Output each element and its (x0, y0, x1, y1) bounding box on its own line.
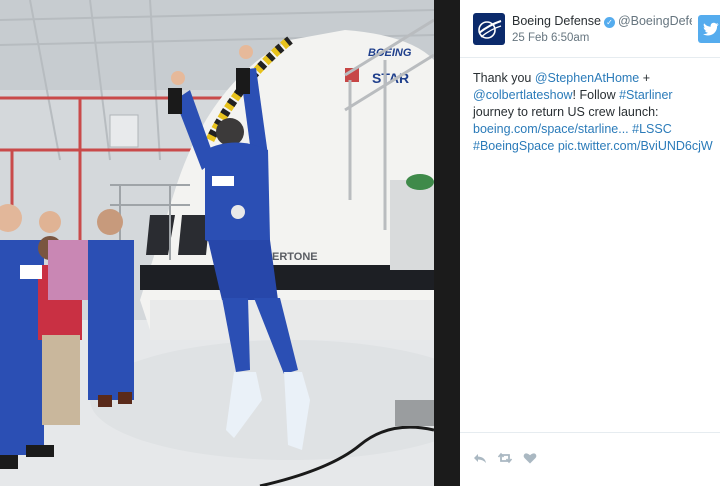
tweet-panel: Boeing Defense✓@BoeingDefe... 25 Feb 6:5… (460, 0, 720, 486)
tweet-actions (460, 432, 720, 487)
retweet-icon[interactable] (497, 450, 513, 466)
mention-stephenathome[interactable]: @StephenAtHome (535, 71, 639, 85)
boeing-logo-icon (478, 20, 502, 39)
text-segment: + (639, 71, 651, 85)
boeing-url-link[interactable]: boeing.com/space/starline... (473, 122, 629, 136)
tweet-text: Thank you @StephenAtHome + @colbertlates… (473, 70, 713, 155)
author-handle[interactable]: @BoeingDefe... (618, 14, 692, 28)
author-row[interactable]: Boeing Defense✓@BoeingDefe... (512, 14, 692, 32)
hashtag-boeingspace[interactable]: #BoeingSpace (473, 139, 554, 153)
panel-divider (434, 0, 460, 486)
tweet-timestamp[interactable]: 25 Feb 6:50am (512, 32, 589, 44)
text-segment: ! Follow (572, 88, 620, 102)
text-segment: Thank you (473, 71, 535, 85)
verified-badge-icon: ✓ (603, 17, 615, 28)
hashtag-starliner[interactable]: #Starliner (619, 88, 673, 102)
mention-colbertlateshow[interactable]: @colbertlateshow (473, 88, 573, 102)
reply-icon[interactable] (472, 450, 488, 466)
photo-illustration: BOEING STAR ERTONE (0, 0, 434, 486)
tweet-header: Boeing Defense✓@BoeingDefe... 25 Feb 6:5… (460, 0, 720, 58)
heart-icon[interactable] (522, 450, 538, 466)
twitter-bird-icon[interactable] (698, 15, 720, 43)
text-segment: journey to return US crew launch: (473, 105, 659, 119)
hashtag-lssc[interactable]: #LSSC (632, 122, 672, 136)
capsule-band-text: ERTONE (272, 251, 318, 263)
tweet-photo[interactable]: BOEING STAR ERTONE (0, 0, 434, 486)
boeing-avatar[interactable] (473, 13, 505, 45)
author-name[interactable]: Boeing Defense (512, 14, 601, 28)
pic-twitter-link[interactable]: pic.twitter.com/BviUND6cjW (558, 139, 713, 153)
